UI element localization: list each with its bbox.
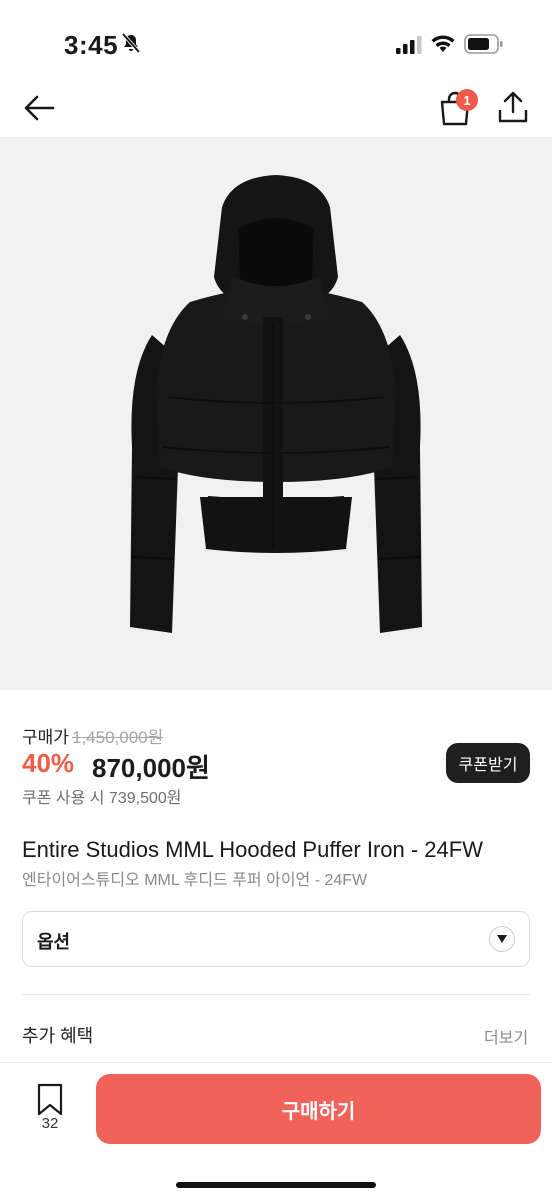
bell-slash-icon xyxy=(121,32,141,54)
coupon-price-note: 쿠폰 사용 시 739,500원 xyxy=(22,790,182,807)
discount-rate: 40% xyxy=(22,748,75,778)
option-label: 옵션 xyxy=(37,932,71,952)
product-image[interactable] xyxy=(0,137,552,690)
price-label: 구매가 xyxy=(22,728,69,747)
sale-price: 870,000원 xyxy=(92,753,210,783)
wish-count: 32 xyxy=(41,1115,59,1132)
product-title-korean: 엔타이어스튜디오 MML 후디드 푸퍼 아이언 - 24FW xyxy=(22,872,368,889)
get-coupon-button[interactable]: 쿠폰받기 xyxy=(446,743,530,783)
status-bar: 3:45 xyxy=(0,0,552,80)
puffer-jacket-image xyxy=(130,175,422,633)
product-title: Entire Studios MML Hooded Puffer Iron - … xyxy=(22,837,483,862)
status-time: 3:45 xyxy=(64,30,119,60)
original-price: 1,450,000원 xyxy=(72,728,164,747)
bookmark-icon[interactable] xyxy=(34,1083,66,1117)
battery-icon xyxy=(464,34,503,54)
home-indicator xyxy=(176,1182,376,1188)
share-icon[interactable] xyxy=(496,90,530,124)
cart-badge: 1 xyxy=(456,89,478,111)
option-select[interactable]: 옵션 xyxy=(22,911,530,967)
chevron-down-icon xyxy=(489,926,515,952)
wifi-icon xyxy=(431,35,455,52)
buy-button[interactable]: 구매하기 xyxy=(96,1074,541,1144)
see-more-link[interactable]: 더보기 xyxy=(484,1024,528,1048)
signal-icon xyxy=(396,36,422,54)
extra-benefits-title: 추가 혜택 xyxy=(22,1026,94,1046)
divider xyxy=(22,994,530,995)
back-arrow-icon[interactable] xyxy=(22,92,56,124)
